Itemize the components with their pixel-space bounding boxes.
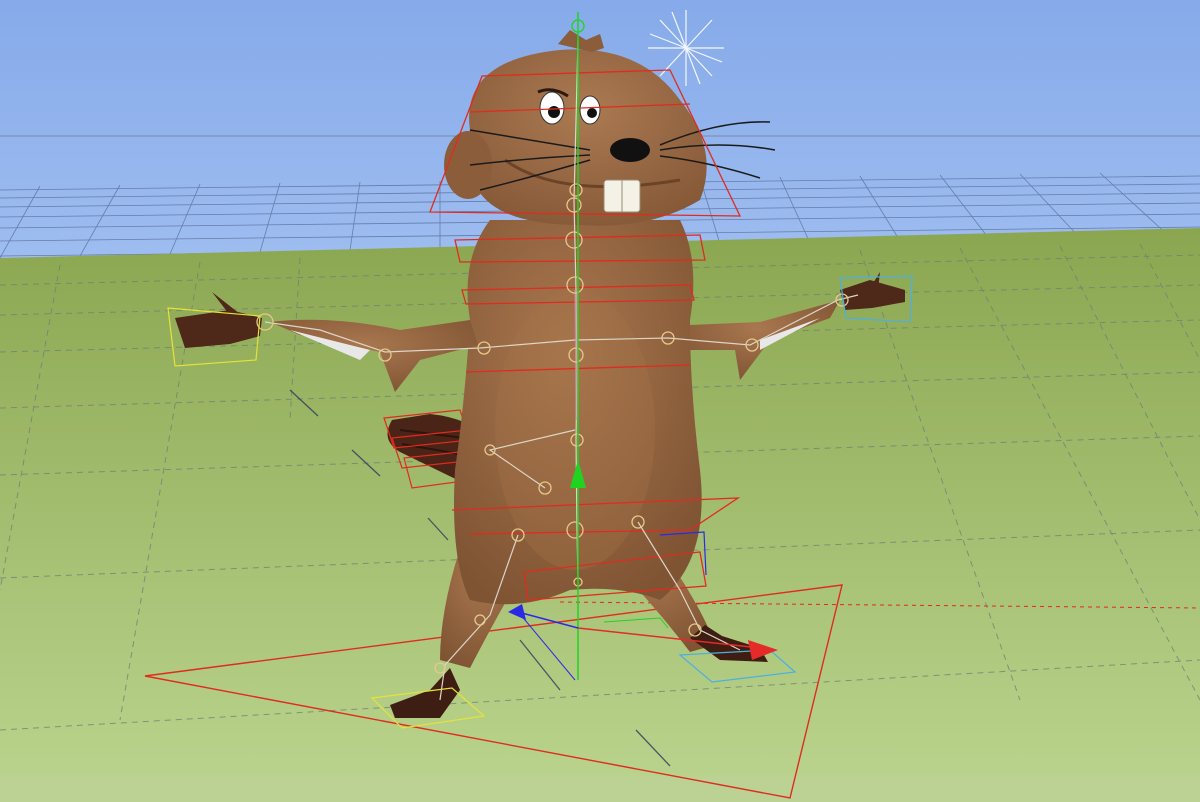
viewport-scene[interactable] [0,0,1200,802]
ground-bottom-band [0,776,1200,802]
spine-highlight [574,289,579,421]
beaver-nose [610,138,650,162]
3d-viewport[interactable] [0,0,1200,802]
